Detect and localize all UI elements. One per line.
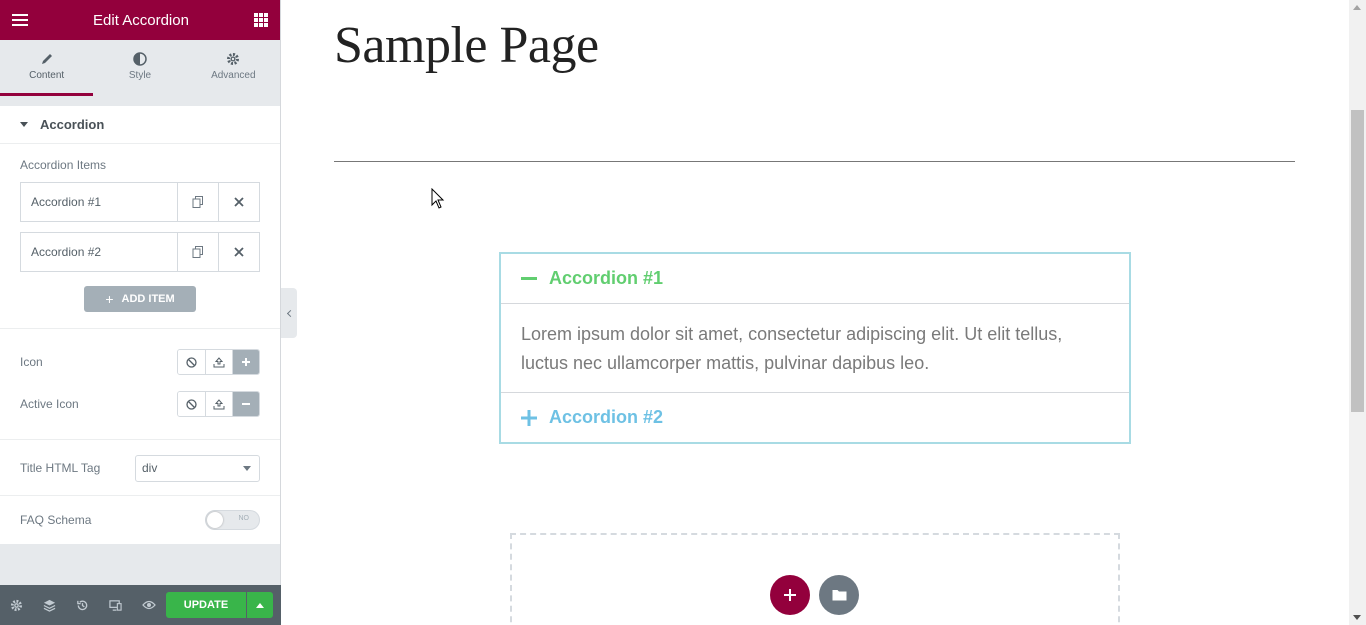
faq-schema-control: FAQ Schema NO: [0, 496, 280, 544]
close-icon[interactable]: [218, 183, 259, 221]
editor-app: { "panel": { "title": "Edit Accordion", …: [0, 0, 1366, 625]
layers-icon[interactable]: [33, 585, 66, 625]
duplicate-icon[interactable]: [177, 233, 218, 271]
tab-content[interactable]: Content: [0, 40, 94, 96]
duplicate-icon[interactable]: [177, 183, 218, 221]
add-item-button[interactable]: + ADD ITEM: [84, 286, 196, 312]
panel-collapse-handle[interactable]: [281, 288, 297, 338]
tab-advanced-label: Advanced: [211, 70, 256, 81]
active-icon-control: Active Icon: [0, 383, 280, 425]
faq-schema-toggle[interactable]: NO: [205, 510, 260, 530]
accordion-items-label: Accordion Items: [20, 158, 107, 172]
section-accordion[interactable]: Accordion: [0, 106, 280, 144]
settings-icon[interactable]: [0, 585, 33, 625]
chevron-up-icon: [256, 602, 264, 608]
tab-style-label: Style: [128, 70, 152, 81]
icon-control: Icon: [0, 341, 280, 383]
tab-style[interactable]: Style: [93, 40, 186, 96]
tab-content-label: Content: [29, 70, 65, 81]
accordion-item-2-label: Accordion #2: [549, 407, 664, 427]
pencil-icon: [41, 54, 52, 64]
add-template-button[interactable]: [819, 575, 859, 615]
divider: [334, 161, 1295, 162]
plus-icon: [784, 589, 796, 601]
folder-icon: [832, 590, 846, 601]
accordion-item-2-title[interactable]: Accordion #2: [501, 392, 1129, 442]
active-icon-chooser: [177, 391, 260, 417]
gear-icon: [227, 53, 240, 65]
widgets-grid-icon[interactable]: [253, 13, 268, 27]
scroll-down-icon[interactable]: [1353, 615, 1361, 620]
accordion-item-1-content: Lorem ipsum dolor sit amet, consectetur …: [521, 324, 1063, 373]
panel-header: Edit Accordion: [0, 0, 280, 40]
scroll-up-icon[interactable]: [1353, 5, 1361, 10]
panel-footer: UPDATE: [0, 585, 281, 625]
accordion-widget: Accordion #1 Lorem ipsum dolor sit amet,…: [499, 252, 1131, 444]
caret-down-icon: [20, 122, 28, 127]
repeater-item: Accordion #1: [20, 182, 260, 222]
menu-icon[interactable]: [12, 14, 28, 26]
repeater-item: Accordion #2: [20, 232, 260, 272]
title-tag-control: Title HTML Tag div: [0, 440, 280, 496]
chevron-left-icon: [286, 309, 294, 317]
title-tag-select[interactable]: div: [135, 454, 260, 482]
responsive-icon[interactable]: [99, 585, 132, 625]
accordion-items-control: Accordion Items Accordion #1 Accordion #…: [0, 144, 280, 329]
page-title: Sample Page: [334, 17, 599, 74]
minus-icon[interactable]: [232, 392, 259, 416]
update-button[interactable]: UPDATE: [166, 592, 246, 618]
tab-advanced[interactable]: Advanced: [187, 40, 280, 96]
mouse-pointer-icon: [431, 188, 445, 209]
panel-tabs: Content Style Advanced: [0, 40, 280, 96]
toggle-text: NO: [238, 515, 250, 522]
add-item-label: ADD ITEM: [121, 293, 175, 305]
upload-icon[interactable]: [205, 350, 232, 374]
vertical-scrollbar[interactable]: [1349, 0, 1366, 625]
faq-label: FAQ Schema: [20, 513, 92, 527]
title-tag-value: div: [142, 461, 158, 475]
icon-chooser: [177, 349, 260, 375]
editor-panel: Edit Accordion Content Style Advanced Ac…: [0, 0, 281, 625]
upload-icon[interactable]: [205, 392, 232, 416]
title-tag-label: Title HTML Tag: [20, 461, 101, 475]
scrollbar-thumb[interactable]: [1351, 110, 1364, 412]
toggle-knob: [207, 512, 223, 528]
eye-icon[interactable]: [132, 585, 165, 625]
panel-body: Accordion Accordion Items Accordion #1 A…: [0, 106, 280, 544]
plus-icon: [521, 409, 537, 426]
icon-controls: Icon Active Icon: [0, 329, 280, 440]
chevron-down-icon: [243, 465, 251, 471]
section-title: Accordion: [40, 117, 105, 132]
add-section-dropzone: [510, 533, 1120, 625]
repeater-item-title[interactable]: Accordion #1: [21, 183, 177, 221]
add-section-button[interactable]: [770, 575, 810, 615]
active-icon-label: Active Icon: [20, 397, 79, 411]
ban-icon[interactable]: [178, 392, 205, 416]
close-icon[interactable]: [218, 233, 259, 271]
repeater-item-title[interactable]: Accordion #2: [21, 233, 177, 271]
history-icon[interactable]: [66, 585, 99, 625]
update-options-button[interactable]: [247, 592, 273, 618]
panel-title: Edit Accordion: [93, 11, 189, 29]
accordion-item-1-label: Accordion #1: [549, 268, 664, 288]
half-circle-icon: [133, 52, 147, 66]
plus-icon[interactable]: [232, 350, 259, 374]
accordion-item-1-title[interactable]: Accordion #1: [501, 254, 1129, 304]
minus-icon: [521, 276, 537, 281]
plus-icon: +: [105, 291, 114, 307]
ban-icon[interactable]: [178, 350, 205, 374]
icon-label: Icon: [20, 355, 43, 369]
